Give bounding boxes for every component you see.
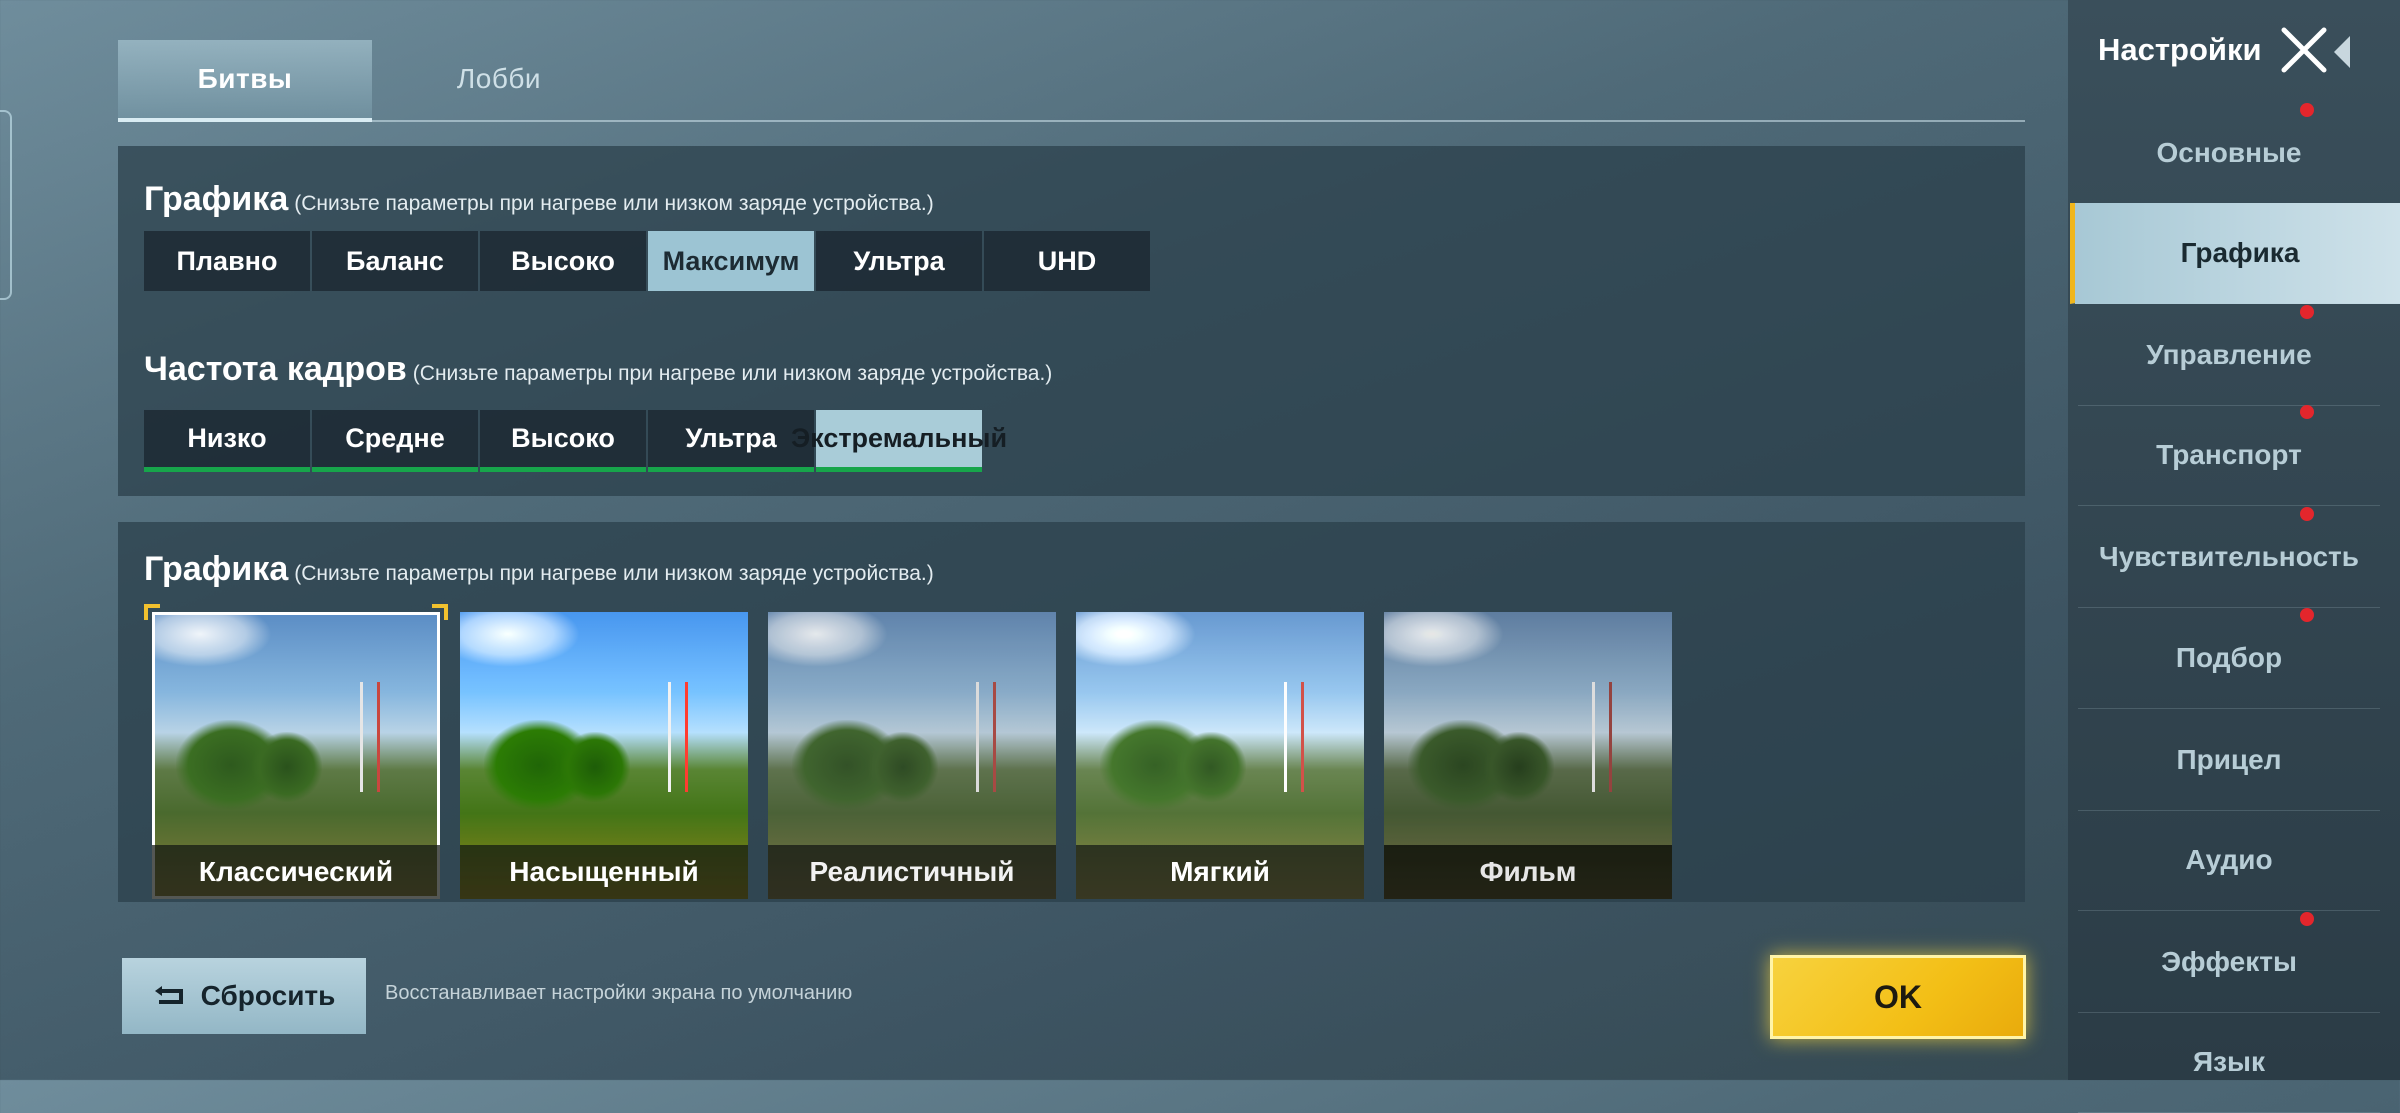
graphics-quality-header: Графика (Снизьте параметры при нагреве ил… (144, 180, 934, 219)
style-preview-soft: Мягкий (1076, 612, 1364, 899)
collapse-arrow-icon[interactable] (2334, 36, 2350, 68)
quality-panel: Графика (Снизьте параметры при нагреве ил… (118, 146, 2025, 496)
style-card-soft[interactable]: Мягкий (1076, 612, 1364, 899)
style-preview-classic: Классический (152, 612, 440, 899)
style-card-classic[interactable]: Классический (144, 604, 448, 899)
sidebar-item-label: Транспорт (2156, 439, 2302, 470)
tree-graphic (1176, 732, 1246, 802)
style-options: Классический Насыщенный Реалистичный Мяг… (144, 604, 1672, 899)
tab-battles[interactable]: Битвы (118, 40, 372, 122)
tree-graphic (1484, 732, 1554, 802)
notification-dot-icon (2300, 608, 2314, 622)
style-panel: Графика (Снизьте параметры при нагреве ил… (118, 522, 2025, 902)
radio-tower-graphic (976, 682, 996, 792)
sidebar-item-vehicle[interactable]: Транспорт (2078, 405, 2380, 506)
radio-tower-graphic (1284, 682, 1304, 792)
frame-rate-hint: (Снизьте параметры при нагреве или низко… (412, 362, 1053, 385)
quality-option-ultra[interactable]: Ультра (816, 231, 982, 291)
graphics-style-title: Графика (144, 550, 289, 588)
quality-option-smooth[interactable]: Плавно (144, 231, 310, 291)
radio-tower-graphic (1592, 682, 1612, 792)
sidebar-item-label: Основные (2156, 137, 2302, 168)
sidebar-item-label: Аудио (2185, 844, 2273, 875)
notification-dot-icon (2300, 305, 2314, 319)
sidebar-item-pickup[interactable]: Подбор (2078, 608, 2380, 709)
graphics-quality-title: Графика (144, 180, 289, 218)
fps-option-ultra[interactable]: Ультра (648, 410, 814, 472)
sidebar-item-label: Эффекты (2161, 946, 2297, 977)
side-drawer-handle[interactable] (0, 110, 12, 300)
style-label: Насыщенный (460, 845, 748, 899)
fps-option-medium[interactable]: Средне (312, 410, 478, 472)
notification-dot-icon (2300, 912, 2314, 926)
graphics-style-header: Графика (Снизьте параметры при нагреве ил… (144, 550, 934, 589)
frame-rate-header: Частота кадров (Снизьте параметры при наг… (144, 350, 1052, 389)
cloud-graphic (460, 612, 580, 667)
sidebar-item-label: Графика (2180, 237, 2300, 268)
quality-option-balanced[interactable]: Баланс (312, 231, 478, 291)
settings-sidebar: Настройки Основные Графика Управление Тр… (2068, 0, 2400, 1113)
cloud-graphic (768, 612, 888, 667)
sidebar-item-label: Прицел (2176, 744, 2282, 775)
frame-rate-options: Низко Средне Высоко Ультра Экстремальный (144, 410, 1007, 472)
sidebar-item-graphics[interactable]: Графика (2070, 203, 2400, 304)
selection-corner-icon (144, 604, 160, 620)
sidebar-item-label: Управление (2146, 339, 2312, 370)
sidebar-item-language[interactable]: Язык (2078, 1012, 2380, 1113)
radio-tower-graphic (360, 682, 380, 792)
sidebar-header: Настройки (2098, 22, 2388, 78)
quality-option-max[interactable]: Максимум (648, 231, 814, 291)
sidebar-item-basic[interactable]: Основные (2078, 103, 2380, 204)
style-card-realistic[interactable]: Реалистичный (768, 612, 1056, 899)
style-preview-realistic: Реалистичный (768, 612, 1056, 899)
sidebar-item-crosshair[interactable]: Прицел (2078, 710, 2380, 811)
quality-option-uhd[interactable]: UHD (984, 231, 1150, 291)
cloud-graphic (1384, 612, 1504, 667)
fps-option-extreme[interactable]: Экстремальный (791, 410, 1007, 472)
quality-option-hd[interactable]: Высоко (480, 231, 646, 291)
close-icon[interactable] (2278, 24, 2330, 76)
style-label: Классический (152, 845, 440, 899)
graphics-quality-options: Плавно Баланс Высоко Максимум Ультра UHD (144, 231, 1150, 291)
selection-corner-icon (432, 604, 448, 620)
notification-dot-icon (2300, 405, 2314, 419)
sidebar-item-audio[interactable]: Аудио (2078, 810, 2380, 911)
style-card-movie[interactable]: Фильм (1384, 612, 1672, 899)
mode-tabs: Битвы Лобби (118, 40, 2025, 122)
sidebar-item-label: Чувствительность (2099, 541, 2359, 572)
notification-dot-icon (2300, 103, 2314, 117)
frame-rate-title: Частота кадров (144, 350, 407, 388)
cloud-graphic (152, 612, 272, 667)
sidebar-item-label: Язык (2193, 1046, 2265, 1077)
style-preview-movie: Фильм (1384, 612, 1672, 899)
style-preview-colorful: Насыщенный (460, 612, 748, 899)
reset-icon (153, 985, 187, 1007)
style-label: Реалистичный (768, 845, 1056, 899)
graphics-quality-hint: (Снизьте параметры при нагреве или низко… (294, 192, 934, 215)
fps-option-low[interactable]: Низко (144, 410, 310, 472)
sidebar-item-label: Подбор (2175, 642, 2283, 673)
style-label: Фильм (1384, 845, 1672, 899)
reset-hint: Восстанавливает настройки экрана по умол… (385, 982, 853, 1004)
ok-button[interactable]: OK (1770, 955, 2026, 1039)
graphics-style-hint: (Снизьте параметры при нагреве или низко… (294, 562, 934, 585)
fps-option-high[interactable]: Высоко (480, 410, 646, 472)
style-card-colorful[interactable]: Насыщенный (460, 612, 748, 899)
cloud-graphic (1076, 612, 1196, 667)
sidebar-item-sensitivity[interactable]: Чувствительность (2078, 507, 2380, 608)
sidebar-title: Настройки (2098, 32, 2262, 67)
tree-graphic (252, 732, 322, 802)
tree-graphic (560, 732, 630, 802)
sidebar-item-controls[interactable]: Управление (2078, 305, 2380, 406)
sidebar-item-effects[interactable]: Эффекты (2078, 912, 2380, 1013)
tree-graphic (868, 732, 938, 802)
notification-dot-icon (2300, 507, 2314, 521)
reset-button[interactable]: Сбросить (122, 958, 366, 1034)
tab-lobby[interactable]: Лобби (372, 40, 626, 118)
reset-label: Сбросить (200, 980, 336, 1011)
style-label: Мягкий (1076, 845, 1364, 899)
radio-tower-graphic (668, 682, 688, 792)
